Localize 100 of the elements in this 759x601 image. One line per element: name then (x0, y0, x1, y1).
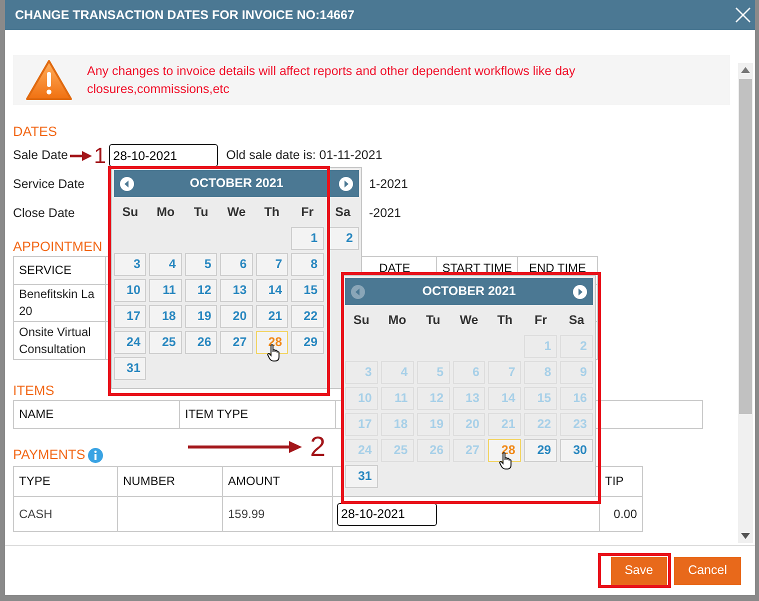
window-title: CHANGE TRANSACTION DATES FOR INVOICE NO:14667 (15, 6, 354, 24)
table-cell: 159.99 (222, 496, 332, 532)
footer-button[interactable]: Save (610, 556, 668, 584)
column-header: SERVICE (14, 256, 106, 284)
day-cell[interactable]: 31 (345, 465, 378, 488)
weekday-label: Tu (192, 204, 210, 221)
section-heading: PAYMENTS (13, 446, 86, 464)
next-icon[interactable] (339, 176, 353, 190)
scroll-down-icon[interactable] (741, 533, 750, 539)
table-cell: CASH (14, 496, 118, 532)
day-cell[interactable]: 14 (256, 279, 288, 302)
column-header: TIP (600, 466, 642, 496)
column-header: NAME (14, 400, 180, 428)
day-cell: 19 (416, 413, 450, 436)
day-cell[interactable]: 30 (560, 439, 593, 462)
day-cell[interactable]: 18 (149, 305, 182, 328)
weekday-label: Th (263, 204, 281, 221)
day-cell[interactable]: 25 (149, 331, 182, 354)
day-cell[interactable]: 12 (184, 279, 218, 302)
day-cell[interactable]: 6 (220, 253, 253, 276)
day-cell: 9 (560, 361, 593, 384)
day-cell[interactable]: 17 (114, 305, 146, 328)
day-cell[interactable]: 31 (114, 357, 146, 380)
weekday-label: We (458, 312, 480, 329)
day-cell[interactable]: 19 (184, 305, 218, 328)
day-cell[interactable]: 29 (291, 331, 324, 354)
day-cell: 10 (345, 387, 378, 410)
day-cell[interactable]: 11 (149, 279, 182, 302)
day-cell[interactable]: 7 (256, 253, 288, 276)
day-cell[interactable]: 13 (220, 279, 253, 302)
day-cell[interactable]: 26 (184, 331, 218, 354)
day-cell[interactable]: 24 (114, 331, 146, 354)
weekday-label: Sa (334, 204, 352, 221)
weekday-label: Th (496, 312, 514, 329)
table-cell: Benefitskin La 20 (14, 284, 106, 322)
next-icon[interactable] (573, 284, 587, 298)
day-cell: 25 (380, 439, 414, 462)
annotation-number: 2 (310, 433, 326, 461)
month-title: OCTOBER 2021 (190, 175, 284, 192)
day-cell[interactable]: 27 (220, 331, 253, 354)
day-cell: 18 (380, 413, 414, 436)
weekday-label: Su (352, 312, 370, 329)
annotation-arrow (70, 150, 92, 160)
day-cell: 2 (560, 335, 593, 358)
scrollbar-thumb[interactable] (739, 79, 752, 414)
day-cell: 4 (380, 361, 414, 384)
day-cell[interactable]: 8 (291, 253, 324, 276)
day-cell: 26 (416, 439, 450, 462)
info-icon[interactable] (88, 448, 104, 462)
prev-icon[interactable] (120, 176, 134, 190)
day-cell: 6 (452, 361, 486, 384)
day-cell[interactable]: 5 (184, 253, 218, 276)
date-input[interactable]: 28-10-2021 (337, 502, 437, 526)
warning-message: Any changes to invoice details will affect reports and other dependent workflows like day closures,commissions,etc (87, 63, 576, 98)
close-icon[interactable] (735, 7, 751, 23)
field-label: Close Date (13, 205, 76, 222)
day-cell: 11 (380, 387, 414, 410)
day-cell: 15 (524, 387, 558, 410)
column-header: AMOUNT (222, 466, 332, 496)
day-cell[interactable]: 10 (114, 279, 146, 302)
weekday-label: Su (121, 204, 140, 221)
day-cell: 8 (524, 361, 558, 384)
weekday-label: Tu (424, 312, 442, 329)
day-cell[interactable]: 21 (256, 305, 288, 328)
day-cell: 16 (560, 387, 593, 410)
month-title: OCTOBER 2021 (422, 283, 516, 300)
scroll-up-icon[interactable] (741, 67, 750, 73)
day-cell[interactable]: 20 (220, 305, 253, 328)
day-cell[interactable]: 3 (114, 253, 146, 276)
field-label: Sale Date (13, 147, 68, 164)
date-input[interactable]: 28-10-2021 (109, 144, 218, 167)
column-header: ITEM TYPE (180, 400, 336, 428)
weekday-label: Mo (387, 312, 408, 329)
day-cell: 13 (452, 387, 486, 410)
field-label: Service Date (13, 176, 86, 194)
day-cell: 21 (488, 413, 522, 436)
day-cell[interactable]: 29 (524, 439, 558, 462)
weekday-label: Fr (300, 204, 315, 221)
day-cell: 24 (345, 439, 378, 462)
day-cell: 23 (560, 413, 593, 436)
day-cell[interactable]: 22 (291, 305, 324, 328)
table-cell: 0.00 (600, 496, 642, 532)
table-cell: Onsite Virtual Consultation (14, 322, 106, 360)
section-heading: APPOINTMEN (13, 238, 102, 256)
weekday-label: Sa (568, 312, 586, 329)
column-header: TYPE (14, 466, 118, 496)
day-cell[interactable]: 15 (291, 279, 324, 302)
day-cell: 3 (345, 361, 378, 384)
weekday-label: Mo (156, 204, 176, 221)
footer-button[interactable]: Cancel (674, 556, 741, 584)
day-cell[interactable]: 1 (291, 227, 324, 250)
day-cell[interactable]: 4 (149, 253, 182, 276)
annotation-number: 1 (94, 144, 106, 166)
day-cell: 14 (488, 387, 522, 410)
day-cell: 20 (452, 413, 486, 436)
day-cell: 5 (416, 361, 450, 384)
day-cell: 7 (488, 361, 522, 384)
warning-icon (25, 59, 73, 101)
day-cell: 22 (524, 413, 558, 436)
day-cell: 12 (416, 387, 450, 410)
